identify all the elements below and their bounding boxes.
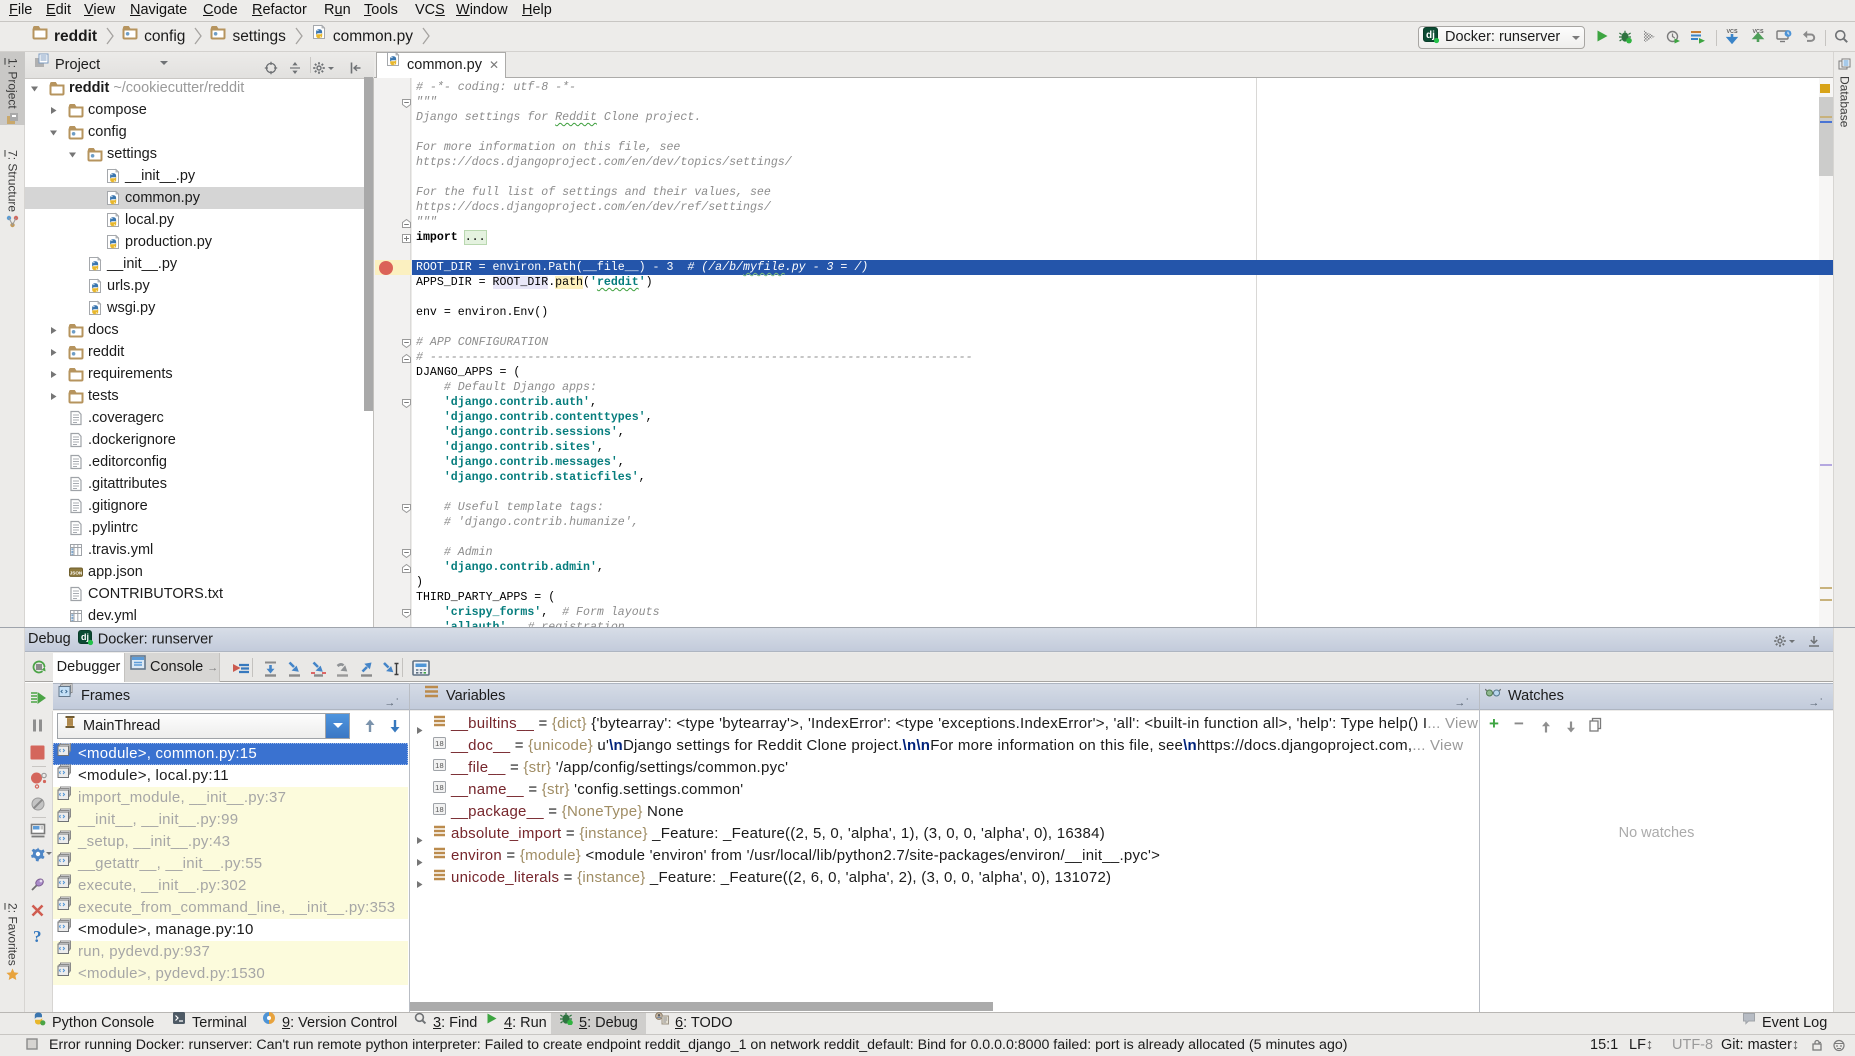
- svg-text:dj: dj: [81, 632, 89, 642]
- svg-text:18: 18: [435, 783, 444, 792]
- svg-text:18: 18: [435, 739, 444, 748]
- svg-text:dj: dj: [1426, 30, 1435, 41]
- svg-text:18: 18: [435, 805, 444, 814]
- svg-text:18: 18: [435, 761, 444, 770]
- svg-text:JSON: JSON: [70, 571, 83, 576]
